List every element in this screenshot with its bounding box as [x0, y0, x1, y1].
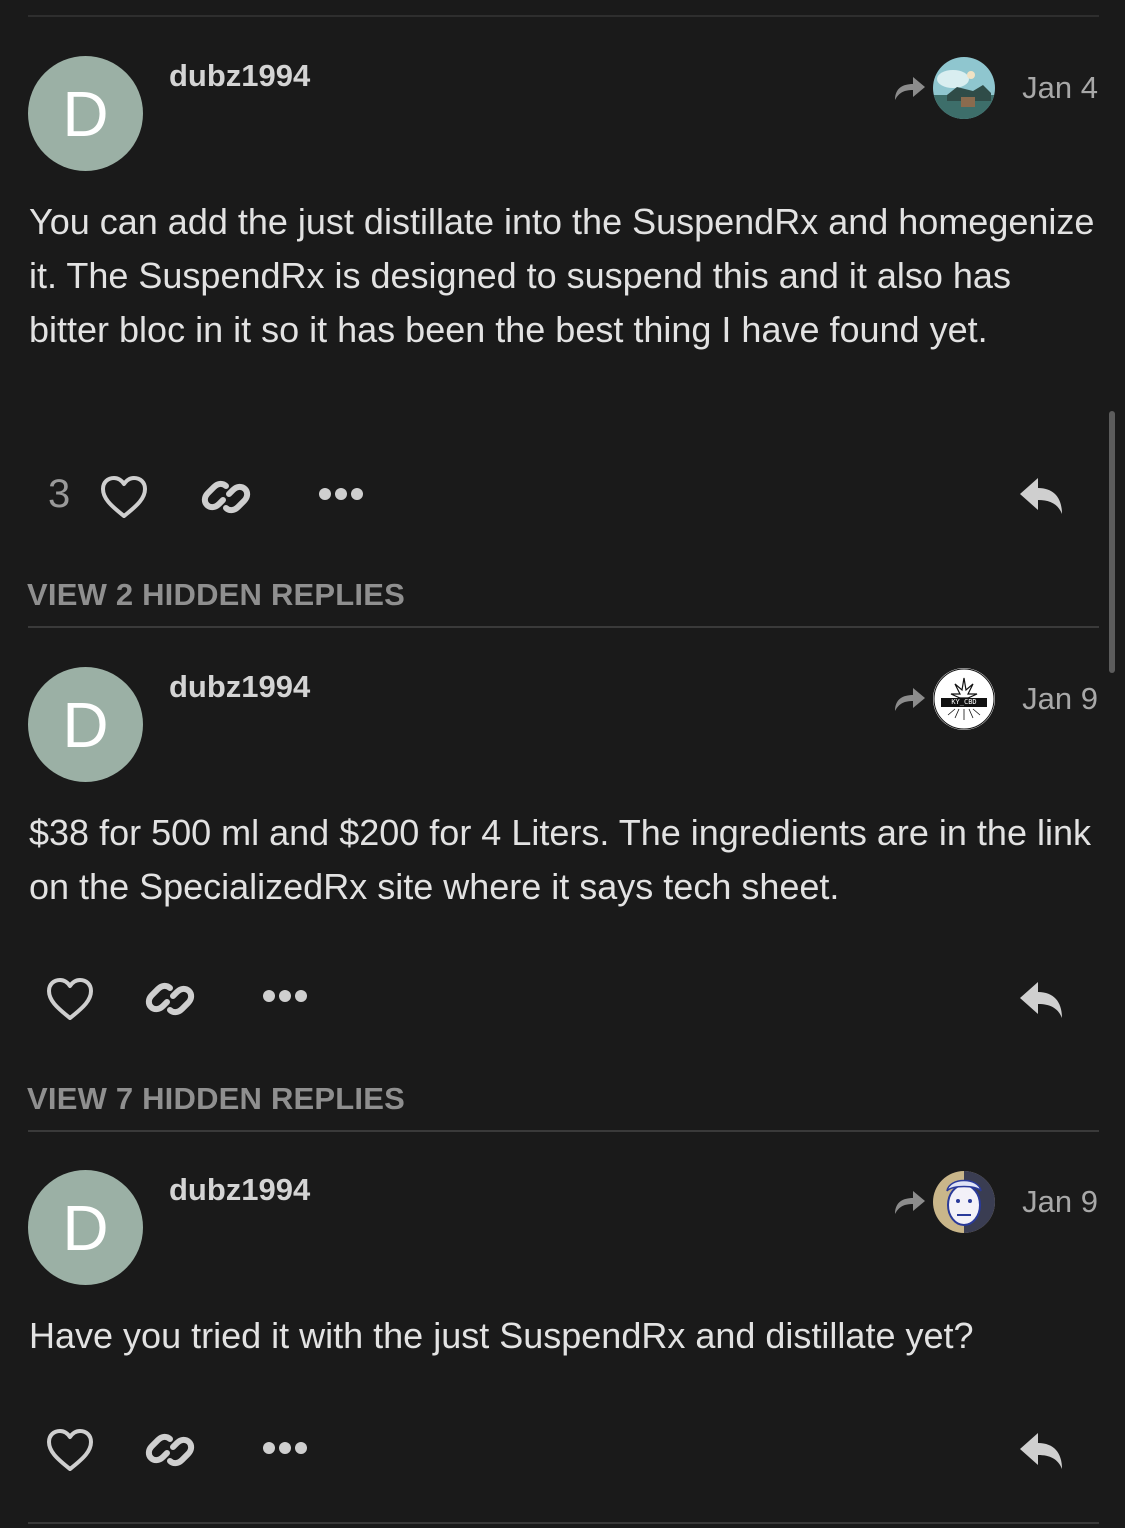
reply-icon[interactable] [1018, 978, 1066, 1022]
share-arrow-icon [895, 77, 925, 100]
post-actions [0, 968, 1125, 1028]
more-dots-icon[interactable] [262, 986, 308, 1006]
username[interactable]: dubz1994 [169, 1172, 310, 1208]
post-body: You can add the just distillate into the… [29, 201, 1095, 350]
heart-icon[interactable] [45, 976, 95, 1022]
post-date[interactable]: Jan 9 [1022, 681, 1098, 717]
heart-icon[interactable] [99, 474, 149, 520]
bottom-divider [28, 1522, 1099, 1524]
ky-cbd-logo-text: KY_CBD [951, 698, 977, 706]
user-avatar[interactable]: D [28, 667, 143, 782]
link-icon[interactable] [145, 1425, 195, 1475]
reply-to-indicator[interactable] [891, 1171, 995, 1233]
reply-icon[interactable] [1018, 474, 1066, 518]
ky-cbd-logo-avatar[interactable]: KY_CBD [933, 668, 995, 730]
post-date[interactable]: Jan 9 [1022, 1184, 1098, 1220]
view-hidden-replies-button[interactable]: VIEW 7 HIDDEN REPLIES [27, 1081, 405, 1117]
share-arrow-icon [895, 1191, 925, 1214]
heart-icon[interactable] [45, 1427, 95, 1473]
post-body: Have you tried it with the just SuspendR… [29, 1315, 974, 1356]
post-actions [0, 1419, 1125, 1479]
landscape-avatar[interactable] [933, 57, 995, 119]
post-divider [28, 626, 1099, 628]
share-arrow-icon [895, 688, 925, 711]
cartoon-face-avatar[interactable] [933, 1171, 995, 1233]
more-dots-icon[interactable] [262, 1438, 308, 1458]
post-date[interactable]: Jan 4 [1022, 70, 1098, 106]
link-icon[interactable] [201, 472, 251, 522]
reply-icon[interactable] [1018, 1429, 1066, 1473]
more-dots-icon[interactable] [318, 484, 364, 504]
post-divider [28, 1130, 1099, 1132]
scrollbar[interactable] [1109, 411, 1115, 673]
user-avatar[interactable]: D [28, 56, 143, 171]
top-divider [28, 15, 1099, 17]
reply-to-indicator[interactable]: KY_CBD [891, 668, 995, 730]
post-body: $38 for 500 ml and $200 for 4 Liters. Th… [29, 812, 1091, 907]
post-actions: 3 [0, 466, 1125, 526]
username[interactable]: dubz1994 [169, 58, 310, 94]
link-icon[interactable] [145, 974, 195, 1024]
username[interactable]: dubz1994 [169, 669, 310, 705]
user-avatar[interactable]: D [28, 1170, 143, 1285]
view-hidden-replies-button[interactable]: VIEW 2 HIDDEN REPLIES [27, 577, 405, 613]
reply-to-indicator[interactable] [891, 57, 995, 119]
like-count[interactable]: 3 [48, 472, 70, 517]
